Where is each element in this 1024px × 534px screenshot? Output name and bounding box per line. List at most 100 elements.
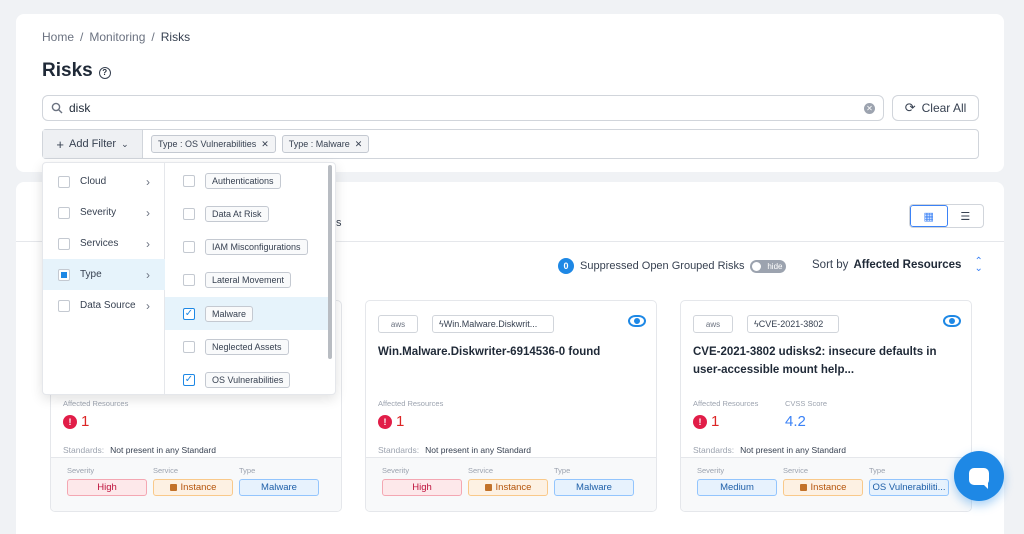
checkbox[interactable] (183, 240, 195, 253)
list-icon: ☰ (960, 210, 971, 223)
checkbox[interactable] (58, 237, 70, 250)
affected-resources-label: Affected Resources (378, 399, 444, 408)
remove-chip-icon[interactable]: ✕ (355, 139, 363, 150)
checkbox[interactable] (58, 175, 70, 188)
eye-icon[interactable] (943, 315, 961, 327)
standards-value: Not present in any Standard (425, 445, 531, 455)
breadcrumb-monitoring[interactable]: Monitoring (89, 30, 145, 44)
chat-button[interactable] (954, 451, 1004, 501)
tab-label-partial[interactable]: s (336, 217, 342, 229)
option-label: Lateral Movement (205, 271, 292, 288)
chevron-right-icon: › (146, 236, 150, 251)
service-label: Service (783, 466, 809, 475)
risk-title[interactable]: Win.Malware.Diskwriter-6914536-0 found (378, 343, 646, 361)
risk-card[interactable]: aws ϟ Win.Malware.Diskwrit... Win.Malware… (365, 300, 657, 512)
risk-id-value: Win.Malware.Diskwrit... (443, 319, 538, 329)
checkbox[interactable] (58, 206, 70, 219)
type-option[interactable]: Neglected Assets (165, 330, 331, 363)
checkbox[interactable] (58, 268, 70, 281)
eye-icon[interactable] (628, 315, 646, 327)
standards-line: Standards: Not present in any Standard (693, 445, 846, 455)
sort-control[interactable]: Sort by Affected Resources ⌃ ⌄ (812, 257, 983, 274)
remove-chip-icon[interactable]: ✕ (261, 139, 269, 150)
page-title: Risks ? (42, 60, 111, 82)
type-option[interactable]: IAM Misconfigurations (165, 230, 331, 263)
add-filter-button[interactable]: + Add Filter ⌄ (43, 130, 143, 158)
affected-count: ! 1 (378, 413, 404, 430)
chevron-down-icon: ⌄ (121, 138, 129, 149)
option-label: Malware (205, 305, 254, 322)
affected-count: ! 1 (63, 413, 89, 430)
category-cloud[interactable]: Cloud › (43, 166, 165, 197)
risk-title[interactable]: CVE-2021-3802 udisks2: insecure defaults… (693, 343, 961, 379)
cvss-score-value: 4.2 (785, 413, 806, 430)
aws-tag: aws (378, 315, 418, 333)
category-type[interactable]: Type › (43, 259, 165, 290)
type-pill: Malware (239, 479, 319, 496)
type-option[interactable]: ✓ Malware (165, 297, 331, 330)
clear-all-button[interactable]: ⟳ Clear All (892, 95, 979, 121)
checkbox[interactable] (183, 273, 195, 286)
option-label: IAM Misconfigurations (205, 238, 308, 255)
grid-view-button[interactable]: ▦ (910, 205, 948, 227)
dropdown-scrollbar[interactable] (328, 165, 332, 359)
severity-pill: Medium (697, 479, 777, 496)
checkbox[interactable] (183, 174, 195, 187)
option-label: Data At Risk (205, 205, 269, 222)
option-label: Authentications (205, 172, 281, 189)
checkbox[interactable]: ✓ (183, 373, 195, 386)
service-pill: Instance (468, 479, 548, 496)
clear-search-icon[interactable]: ✕ (864, 102, 875, 114)
help-icon[interactable]: ? (98, 66, 111, 79)
service-value: Instance (810, 482, 847, 493)
severity-pill: High (67, 479, 147, 496)
category-services[interactable]: Services › (43, 228, 165, 259)
affected-resources-label: Affected Resources (693, 399, 759, 408)
search-input[interactable]: disk ✕ (42, 95, 884, 121)
suppressed-toggle[interactable]: hide (750, 259, 787, 273)
checkbox[interactable] (58, 299, 70, 312)
standards-label: Standards: (693, 445, 735, 455)
type-option[interactable]: Lateral Movement (165, 263, 331, 296)
chevron-right-icon: › (146, 205, 150, 220)
category-data-source[interactable]: Data Source › (43, 290, 165, 321)
checkbox[interactable] (183, 340, 195, 353)
list-view-button[interactable]: ☰ (948, 205, 984, 227)
category-label: Data Source (80, 300, 136, 311)
view-toggle: ▦ ☰ (909, 204, 984, 228)
affected-resources-label: Affected Resources (63, 399, 129, 408)
category-label: Cloud (80, 176, 107, 187)
service-value: Instance (180, 482, 217, 493)
breadcrumb-separator: / (80, 30, 84, 44)
suppressed-count-badge: 0 (558, 258, 574, 274)
affected-value: 1 (711, 413, 720, 430)
page-title-text: Risks (42, 60, 93, 81)
type-option[interactable]: Authentications (165, 164, 331, 197)
card-footer: Severity Service Type High Instance Malw… (51, 457, 341, 511)
sort-arrows-icon[interactable]: ⌃ ⌄ (974, 257, 982, 274)
service-label: Service (153, 466, 179, 475)
grid-icon: ▦ (923, 210, 934, 223)
breadcrumb-home[interactable]: Home (42, 30, 74, 44)
option-label: OS Vulnerabilities (205, 371, 291, 388)
option-label: Neglected Assets (205, 338, 289, 355)
type-pill: Malware (554, 479, 634, 496)
standards-line: Standards: Not present in any Standard (63, 445, 216, 455)
checkbox[interactable]: ✓ (183, 307, 195, 320)
instance-icon (169, 484, 177, 491)
sort-value: Affected Resources (853, 259, 962, 271)
toggle-label: hide (767, 261, 783, 271)
chevron-right-icon: › (146, 174, 150, 189)
service-pill: Instance (153, 479, 233, 496)
suppressed-label: Suppressed Open Grouped Risks (580, 260, 745, 272)
alert-icon: ! (693, 414, 707, 429)
checkbox[interactable] (183, 207, 195, 220)
type-option[interactable]: Data At Risk (165, 197, 331, 230)
risk-card[interactable]: aws ϟ CVE-2021-3802 CVE-2021-3802 udisks2… (680, 300, 972, 512)
type-option[interactable]: ✓ OS Vulnerabilities (165, 363, 331, 396)
alert-icon: ! (63, 414, 77, 429)
category-severity[interactable]: Severity › (43, 197, 165, 228)
card-footer: Severity Service Type High Instance Malw… (366, 457, 656, 511)
standards-label: Standards: (378, 445, 420, 455)
filter-bar: + Add Filter ⌄ Type : OS Vulnerabilities… (42, 129, 979, 159)
